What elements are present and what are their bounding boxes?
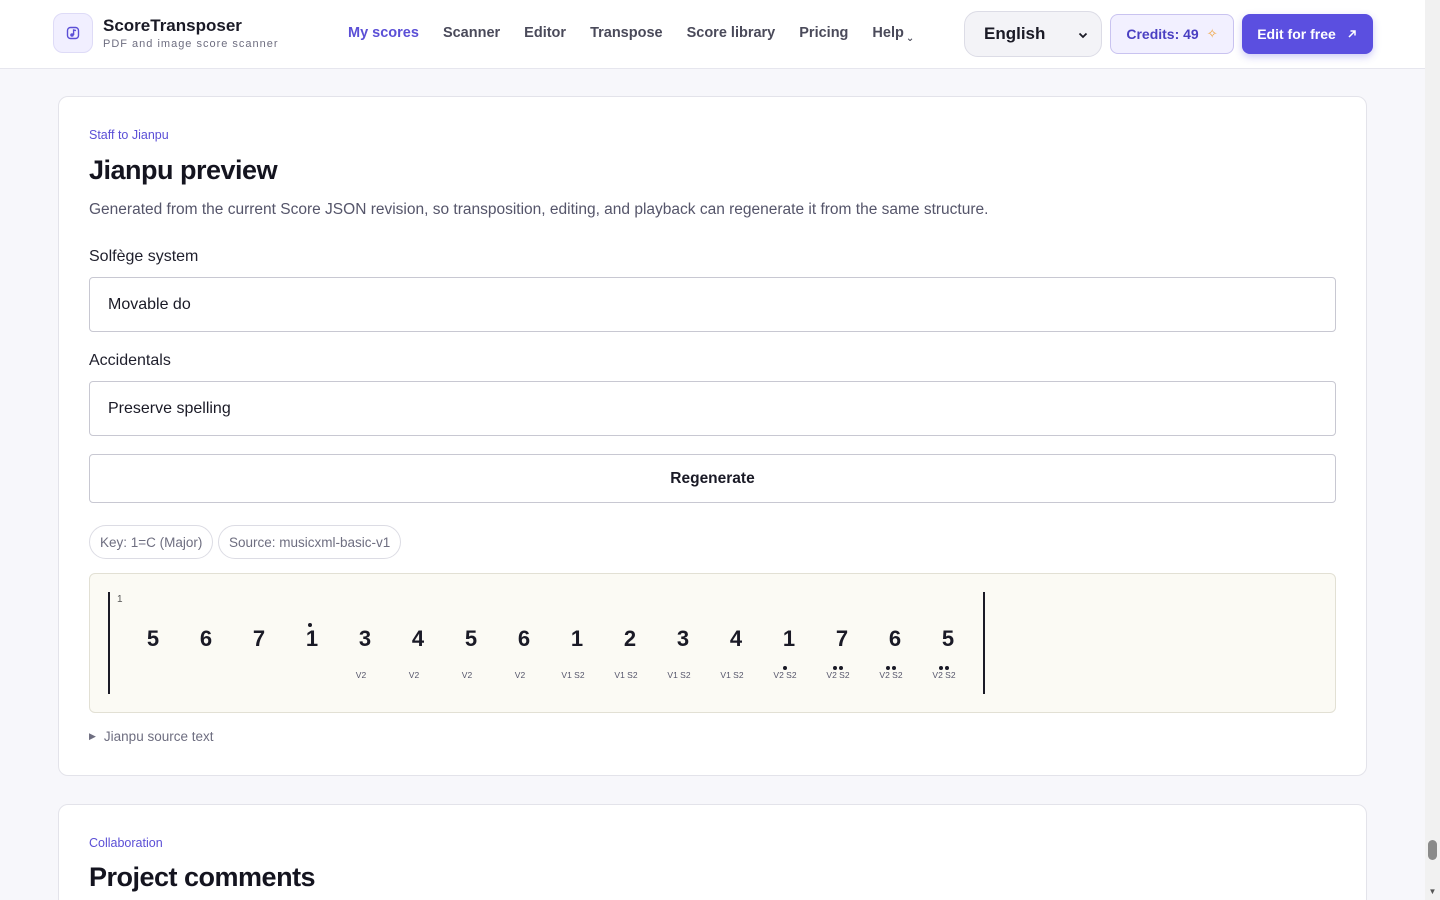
- jianpu-note: 7: [252, 626, 266, 651]
- jianpu-note-voice-label: V1 S2: [720, 670, 744, 680]
- nav-editor[interactable]: Editor: [524, 25, 566, 44]
- page-scrollbar[interactable]: ▼: [1425, 0, 1440, 900]
- sparkle-icon: ✧: [1206, 26, 1218, 41]
- jianpu-note: 5: [146, 626, 160, 651]
- scroll-down-arrow-icon[interactable]: ▼: [1427, 887, 1438, 897]
- jianpu-note: 1: [570, 626, 584, 651]
- jianpu-note: 5: [941, 626, 955, 651]
- credits-button[interactable]: Credits: 49 ✧: [1110, 14, 1234, 54]
- comments-eyebrow: Collaboration: [89, 836, 163, 850]
- accidentals-select[interactable]: Preserve spelling: [89, 381, 1336, 436]
- nav-pricing[interactable]: Pricing: [799, 25, 848, 44]
- nav-scanner[interactable]: Scanner: [443, 25, 500, 44]
- jianpu-note: 1: [305, 626, 319, 651]
- language-value: English: [984, 24, 1046, 43]
- jianpu-note: 6: [888, 626, 902, 651]
- jianpu-note: 6: [199, 626, 213, 651]
- accidentals-value: Preserve spelling: [108, 399, 231, 417]
- octave-down-dot: [939, 666, 943, 670]
- jianpu-note-voice-label: V2 S2: [773, 670, 797, 680]
- chevron-down-icon: [1078, 32, 1088, 39]
- octave-down-dot: [945, 666, 949, 670]
- jianpu-preview-card: Staff to Jianpu Jianpu preview Generated…: [58, 96, 1367, 776]
- credits-label: Credits: 49: [1126, 26, 1199, 42]
- jianpu-note: 5: [464, 626, 478, 651]
- edit-button-label: Edit for free: [1257, 26, 1336, 42]
- jianpu-note: 4: [729, 626, 743, 651]
- octave-down-dot: [886, 666, 890, 670]
- brand-name[interactable]: ScoreTransposer: [103, 16, 242, 36]
- external-arrow-icon: [1348, 30, 1356, 38]
- chevron-down-icon: ⌄: [905, 33, 915, 44]
- nav-transpose[interactable]: Transpose: [590, 25, 663, 44]
- jianpu-note: 2: [623, 626, 637, 651]
- jianpu-note-voice-label: V2 S2: [826, 670, 850, 680]
- octave-down-dot: [833, 666, 837, 670]
- accidentals-label: Accidentals: [89, 352, 171, 369]
- jianpu-note: 6: [517, 626, 531, 651]
- comments-title: Project comments: [89, 862, 316, 892]
- language-select[interactable]: English: [964, 11, 1102, 57]
- key-chip: Key: 1=C (Major): [89, 525, 214, 559]
- barline-start: [108, 592, 110, 694]
- jianpu-note: 3: [358, 626, 372, 651]
- jianpu-note-voice-label: V2: [355, 670, 367, 680]
- jianpu-note: 7: [835, 626, 849, 651]
- jianpu-note: 4: [411, 626, 425, 651]
- nav-help-label: Help: [872, 25, 904, 41]
- top-navigation-bar: ScoreTransposer PDF and image score scan…: [0, 0, 1425, 69]
- octave-down-dot: [839, 666, 843, 670]
- jianpu-note: 1: [782, 626, 796, 651]
- octave-down-dot: [783, 666, 787, 670]
- music-note-icon: [66, 26, 80, 40]
- section-description: Generated from the current Score JSON re…: [89, 201, 989, 218]
- measure-number: 1: [117, 594, 123, 605]
- solfege-select[interactable]: Movable do: [89, 277, 1336, 332]
- section-title: Jianpu preview: [89, 155, 278, 185]
- section-eyebrow: Staff to Jianpu: [89, 128, 169, 142]
- jianpu-notation: 1 5 6 7 1 3 V2 4 V2 5 V2 6 V2 1 V1 S2 2 V1 S2 3 V1 S2 4 V1 …: [89, 573, 1336, 713]
- jianpu-note-voice-label: V2: [461, 670, 473, 680]
- nav-score-library[interactable]: Score library: [687, 25, 776, 44]
- jianpu-note: 3: [676, 626, 690, 651]
- nav-my-scores[interactable]: My scores: [348, 25, 419, 44]
- jianpu-note-voice-label: V1 S2: [667, 670, 691, 680]
- jianpu-source-label: Jianpu source text: [103, 729, 214, 744]
- logo[interactable]: [53, 13, 93, 53]
- source-chip: Source: musicxml-basic-v1: [218, 525, 402, 559]
- jianpu-note-voice-label: V2: [408, 670, 420, 680]
- solfege-value: Movable do: [108, 295, 191, 313]
- main-nav: My scores Scanner Editor Transpose Score…: [348, 25, 938, 44]
- jianpu-note-voice-label: V2: [514, 670, 526, 680]
- project-comments-card: Collaboration Project comments: [58, 804, 1367, 900]
- edit-for-free-button[interactable]: Edit for free: [1242, 14, 1373, 54]
- jianpu-source-toggle[interactable]: ▶ Jianpu source text: [89, 729, 213, 744]
- solfege-label: Solfège system: [89, 248, 199, 265]
- nav-help[interactable]: Help ⌄: [872, 25, 914, 44]
- brand-tagline: PDF and image score scanner: [103, 38, 279, 50]
- barline-end: [983, 592, 985, 694]
- jianpu-note-voice-label: V1 S2: [614, 670, 638, 680]
- regenerate-button[interactable]: Regenerate: [89, 454, 1336, 503]
- jianpu-note-voice-label: V2 S2: [932, 670, 956, 680]
- disclosure-triangle-icon: ▶: [89, 731, 96, 741]
- jianpu-note-voice-label: V2 S2: [879, 670, 903, 680]
- octave-down-dot: [892, 666, 896, 670]
- scrollbar-thumb[interactable]: [1428, 840, 1437, 860]
- octave-up-dot: [308, 623, 312, 627]
- jianpu-note-voice-label: V1 S2: [561, 670, 585, 680]
